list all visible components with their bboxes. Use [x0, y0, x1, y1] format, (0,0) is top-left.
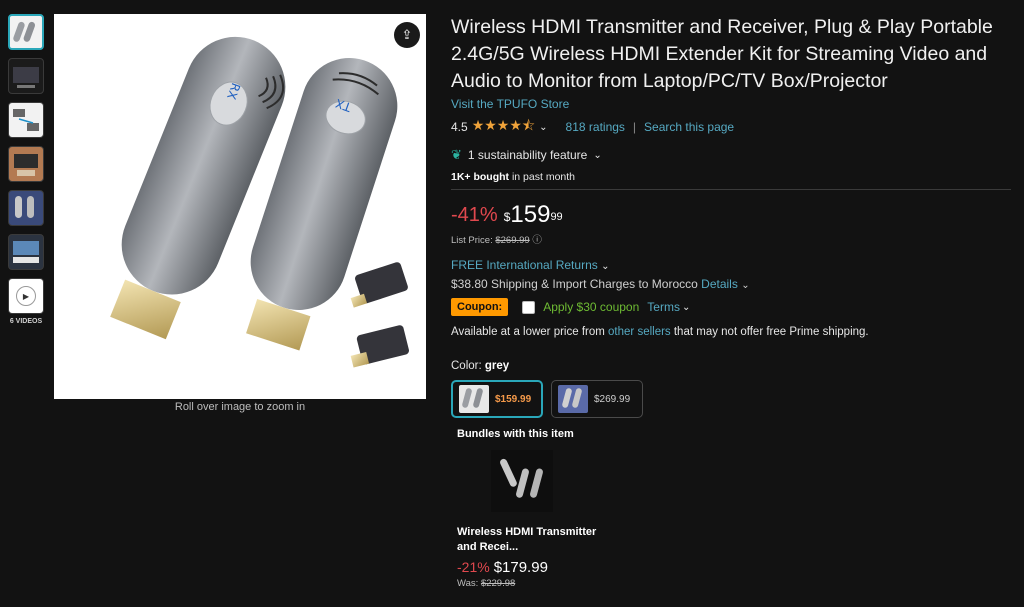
color-swatches: $159.99 $269.99	[451, 380, 1011, 418]
divider	[451, 189, 1011, 190]
color-label-text: Color:	[451, 360, 485, 372]
bundle-card[interactable]: Wireless HDMI Transmitter and Recei... -…	[457, 450, 597, 589]
other-sellers-link[interactable]: other sellers	[608, 326, 671, 338]
chevron-down-icon[interactable]: ⌄	[539, 122, 547, 133]
product-details: Wireless HDMI Transmitter and Receiver, …	[451, 14, 1011, 589]
ratings-count-link[interactable]: 818 ratings	[566, 120, 625, 134]
zoom-caption: Roll over image to zoom in	[174, 401, 306, 413]
bundle-price-row: -21% $179.99	[457, 559, 597, 576]
list-price-value: $269.99	[495, 235, 530, 246]
bought-rest: in past month	[509, 171, 575, 183]
videos-count-label: 6 VIDEOS	[9, 318, 43, 325]
bundle-discount: -21%	[457, 559, 490, 575]
chevron-down-icon[interactable]: ⌄	[682, 302, 690, 313]
swatch-image	[459, 385, 489, 413]
leaf-icon: ❦	[451, 147, 462, 162]
price-row: -41% $15999	[451, 202, 1011, 228]
thumbnail-strip: ▶ 6 VIDEOS	[8, 14, 46, 325]
bought-bold: 1K+ bought	[451, 171, 510, 183]
avail-before: Available at a lower price from	[451, 326, 609, 338]
info-icon[interactable]: ⓘ	[532, 235, 542, 246]
coupon-checkbox[interactable]	[522, 300, 536, 314]
price: $15999	[504, 202, 563, 228]
product-title: Wireless HDMI Transmitter and Receiver, …	[451, 16, 993, 92]
swatch-image	[558, 385, 588, 413]
swatch-price: $269.99	[594, 393, 631, 405]
price-whole: 159	[510, 201, 551, 228]
was-price-value: $229.98	[480, 578, 516, 589]
chevron-down-icon[interactable]: ⌄	[741, 280, 749, 291]
main-product-image[interactable]: RX TX ⇪	[54, 14, 426, 399]
sustainability-row[interactable]: ❦ 1 sustainability feature ⌄	[451, 147, 1011, 163]
chevron-down-icon: ⌄	[593, 149, 602, 161]
returns-row[interactable]: FREE International Returns ⌄	[451, 258, 1011, 272]
shipping-row: $38.80 Shipping & Import Charges to Moro…	[451, 277, 1011, 291]
swatch-grey[interactable]: $159.99	[451, 380, 543, 418]
list-price-label: List Price:	[451, 235, 493, 246]
avail-after: that may not offer free Prime shipping.	[670, 326, 869, 338]
swatch-price: $159.99	[495, 393, 532, 405]
video-thumbnail[interactable]: ▶	[8, 278, 44, 314]
discount-percent: -41%	[451, 204, 498, 226]
bundle-image[interactable]	[491, 450, 553, 512]
currency-symbol: $	[503, 210, 511, 224]
coupon-row: Coupon: Apply $30 coupon Terms ⌄	[451, 298, 1011, 316]
product-illustration: RX TX	[110, 36, 409, 368]
bundle-price: $179.99	[493, 559, 548, 576]
color-label: Color: grey	[451, 360, 1011, 372]
thumbnail-5[interactable]	[8, 190, 44, 226]
coupon-text[interactable]: Apply $30 coupon	[543, 300, 639, 314]
returns-link[interactable]: FREE International Returns	[451, 258, 598, 272]
rating-value: 4.5	[451, 120, 468, 134]
separator: |	[632, 120, 637, 134]
store-link[interactable]: Visit the TPUFO Store	[451, 97, 569, 111]
thumbnail-3[interactable]	[8, 102, 44, 138]
bought-count: 1K+ bought in past month	[451, 171, 1011, 183]
shipping-text: $38.80 Shipping & Import Charges to Moro…	[451, 277, 698, 291]
availability-note: Available at a lower price from other se…	[451, 326, 1011, 338]
thumbnail-2[interactable]	[8, 58, 44, 94]
thumbnail-4[interactable]	[8, 146, 44, 182]
chevron-down-icon[interactable]: ⌄	[601, 261, 609, 272]
coupon-tag: Coupon:	[451, 298, 509, 316]
search-page-link[interactable]: Search this page	[644, 120, 734, 134]
thumbnail-1[interactable]	[8, 14, 44, 50]
star-rating-icon[interactable]: ★★★★⯪	[472, 115, 535, 139]
list-price: List Price: $269.99 ⓘ	[451, 232, 1011, 246]
thumbnail-6[interactable]	[8, 234, 44, 270]
price-fraction: 99	[550, 211, 563, 223]
bundle-was-price: Was: $229.98	[457, 578, 597, 589]
swatch-option-2[interactable]: $269.99	[551, 380, 643, 418]
details-link[interactable]: Details	[701, 277, 738, 291]
bundles-title: Bundles with this item	[457, 428, 574, 440]
sustainability-text: 1 sustainability feature	[467, 148, 588, 162]
was-label: Was:	[457, 578, 479, 589]
play-icon: ▶	[16, 286, 36, 306]
bundle-item-name[interactable]: Wireless HDMI Transmitter and Recei...	[457, 525, 597, 555]
terms-link[interactable]: Terms	[647, 300, 680, 314]
share-icon[interactable]: ⇪	[394, 22, 420, 48]
color-value: grey	[484, 360, 510, 372]
rating-row: 4.5 ★★★★⯪ ⌄ 818 ratings | Search this pa…	[451, 115, 1011, 139]
